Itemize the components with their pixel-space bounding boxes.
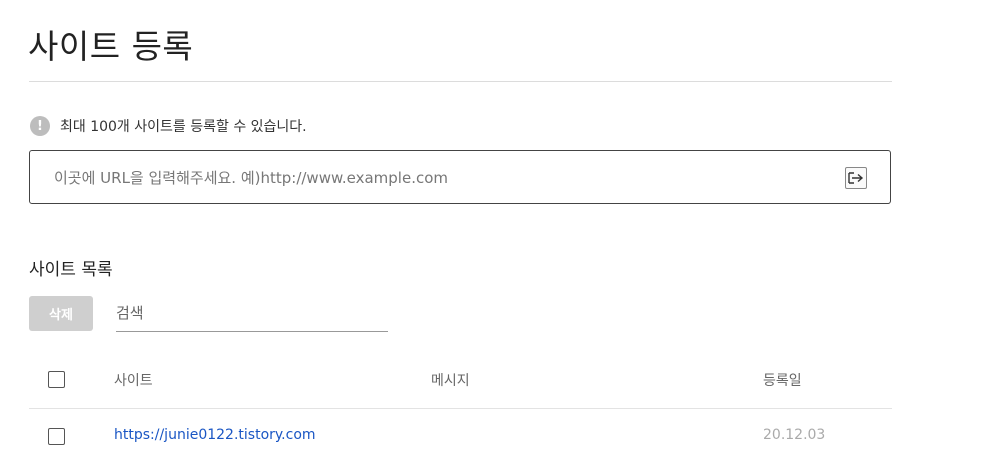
table-divider [29, 408, 892, 409]
registered-date: 20.12.03 [763, 427, 826, 443]
column-header-date: 등록일 [763, 373, 802, 389]
column-header-site: 사이트 [114, 373, 153, 389]
search-field [116, 298, 388, 332]
notice-text: 최대 100개 사이트를 등록할 수 있습니다. [60, 119, 307, 135]
url-input[interactable] [52, 151, 836, 205]
row-checkbox[interactable] [48, 428, 65, 445]
title-divider [29, 81, 892, 82]
exclamation-icon: ! [30, 116, 50, 136]
search-input[interactable] [116, 298, 388, 328]
site-list-title: 사이트 목록 [29, 260, 113, 280]
notice: ! 최대 100개 사이트를 등록할 수 있습니다. [30, 116, 307, 136]
url-input-box [29, 150, 891, 205]
select-all-checkbox[interactable] [48, 371, 65, 388]
delete-button[interactable]: 삭제 [29, 296, 93, 331]
enter-arrow-icon[interactable] [845, 167, 867, 189]
site-link[interactable]: https://junie0122.tistory.com [114, 427, 316, 443]
column-header-message: 메시지 [431, 373, 470, 389]
page-title: 사이트 등록 [28, 27, 194, 66]
